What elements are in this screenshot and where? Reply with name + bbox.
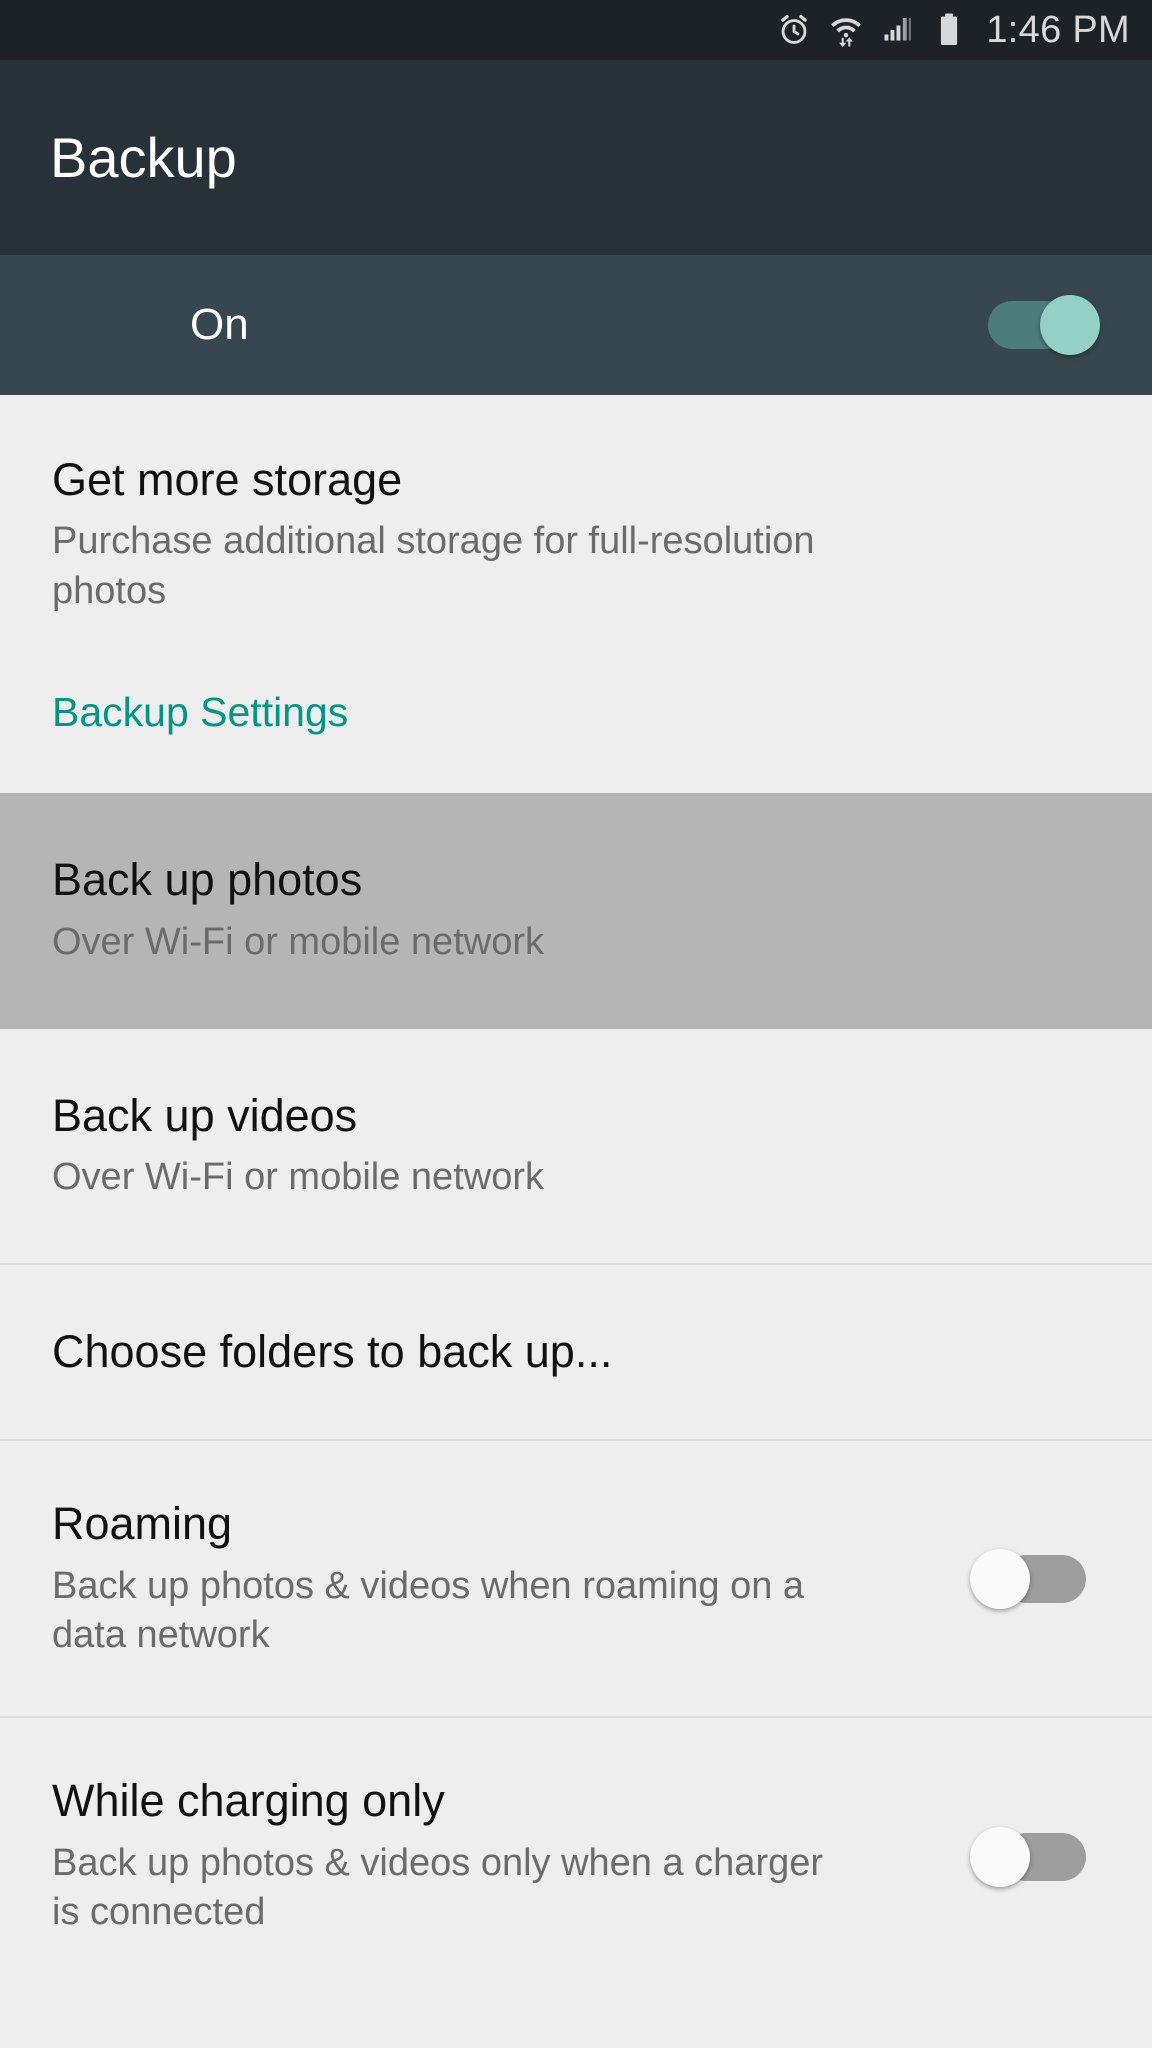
battery-full-icon — [932, 12, 966, 48]
status-bar: 1:46 PM — [0, 0, 1152, 60]
get-more-storage-subtitle: Purchase additional storage for full-res… — [52, 520, 815, 612]
backup-master-switch-row[interactable]: On — [0, 255, 1152, 395]
back-up-videos-text: Back up videos Over Wi-Fi or mobile netw… — [52, 1089, 1100, 1203]
choose-folders-text: Choose folders to back up... — [52, 1325, 1100, 1377]
cellular-signal-icon — [880, 12, 916, 48]
toggle-knob — [970, 1548, 1030, 1609]
sidebar-item-back-up-photos[interactable]: Back up photos Over Wi-Fi or mobile netw… — [0, 793, 1152, 1029]
toggle-knob — [970, 1826, 1030, 1887]
backup-master-toggle[interactable] — [970, 295, 1100, 355]
master-switch-label: On — [190, 300, 249, 349]
get-more-storage-title: Get more storage — [52, 454, 403, 505]
while-charging-only-subtitle: Back up photos & videos only when a char… — [52, 1841, 824, 1934]
get-more-storage-row[interactable]: Get more storage Purchase additional sto… — [0, 395, 1152, 617]
while-charging-only-text: While charging only Back up photos & vid… — [52, 1775, 1100, 1937]
backup-settings-header-label: Backup Settings — [52, 689, 349, 736]
toggle-knob — [1040, 295, 1100, 355]
get-more-storage-text: Get more storage Purchase additional sto… — [52, 454, 1100, 616]
roaming-toggle[interactable] — [970, 1548, 1100, 1609]
sidebar-item-while-charging-only[interactable]: While charging only Back up photos & vid… — [0, 1716, 1152, 1996]
back-up-photos-title: Back up photos — [52, 854, 363, 906]
while-charging-only-toggle[interactable] — [970, 1826, 1100, 1887]
wifi-data-icon — [828, 12, 864, 48]
back-up-photos-text: Back up photos Over Wi-Fi or mobile netw… — [52, 854, 1100, 967]
status-bar-icons — [776, 12, 966, 48]
sidebar-item-roaming[interactable]: Roaming Back up photos & videos when roa… — [0, 1439, 1152, 1717]
back-up-videos-subtitle: Over Wi-Fi or mobile network — [52, 1156, 544, 1199]
status-bar-time: 1:46 PM — [986, 9, 1130, 51]
roaming-text: Roaming Back up photos & videos when roa… — [52, 1498, 1100, 1660]
roaming-subtitle: Back up photos & videos when roaming on … — [52, 1564, 805, 1656]
page-title: Backup — [50, 125, 237, 189]
back-up-videos-title: Back up videos — [52, 1089, 358, 1141]
while-charging-only-title: While charging only — [52, 1775, 445, 1827]
back-up-photos-subtitle: Over Wi-Fi or mobile network — [52, 920, 544, 963]
settings-list: Get more storage Purchase additional sto… — [0, 395, 1152, 1996]
backup-settings-header-row: Backup Settings — [0, 616, 1152, 794]
app-bar: Backup — [0, 60, 1152, 255]
choose-folders-title: Choose folders to back up... — [52, 1325, 613, 1377]
sidebar-item-back-up-videos[interactable]: Back up videos Over Wi-Fi or mobile netw… — [0, 1028, 1152, 1263]
alarm-clock-icon — [776, 12, 812, 48]
sidebar-item-choose-folders[interactable]: Choose folders to back up... — [0, 1262, 1152, 1440]
roaming-title: Roaming — [52, 1498, 233, 1550]
